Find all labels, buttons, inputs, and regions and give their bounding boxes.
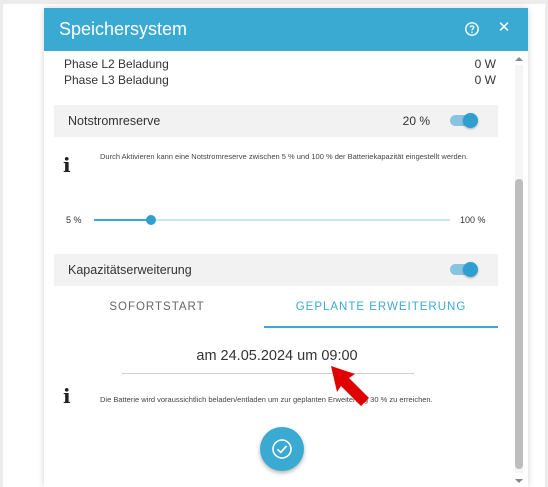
tab-geplante-erweiterung[interactable]: GEPLANTE ERWEITERUNG [264, 301, 498, 313]
tab-sofortstart[interactable]: SOFORTSTART [54, 301, 260, 313]
notstrom-value: 20 % [402, 114, 430, 128]
scroll-down-icon[interactable] [510, 475, 528, 487]
kapazitaet-label: Kapazitätserweiterung [68, 263, 192, 277]
frame-border-top [0, 0, 548, 4]
dialog-scrollbar[interactable] [510, 51, 528, 487]
slider-min-label: 5 % [66, 215, 82, 225]
check-circle-icon [272, 439, 292, 459]
slider-max-label: 100 % [460, 215, 486, 225]
phase-l3-value: 0 W [474, 73, 496, 87]
close-icon[interactable]: ✕ [497, 19, 511, 37]
dialog-content: Phase L2 Beladung 0 W Phase L3 Beladung … [44, 51, 510, 487]
screenshot-frame: Speichersystem ✕ Phase L2 Beladung 0 W P… [0, 0, 548, 487]
active-tab-indicator [264, 326, 498, 328]
slider-fill [94, 219, 151, 221]
notstrom-toggle-knob [463, 113, 478, 128]
frame-border-left [0, 0, 3, 487]
dialog-titlebar: Speichersystem ✕ [44, 8, 528, 51]
info-icon: i [63, 153, 71, 177]
speichersystem-dialog: Speichersystem ✕ Phase L2 Beladung 0 W P… [44, 8, 528, 487]
notstrom-row: Notstromreserve 20 % [54, 105, 498, 137]
help-circle-icon[interactable] [464, 21, 480, 37]
scroll-up-icon[interactable] [510, 53, 528, 65]
schedule-date[interactable]: am 24.05.2024 um 09:00 [122, 348, 432, 364]
phase-l3-label: Phase L3 Beladung [64, 73, 169, 87]
kapazitaet-toggle[interactable] [448, 262, 480, 278]
slider-knob[interactable] [146, 215, 156, 225]
schedule-info-text: Die Batterie wird voraussichtlich belade… [100, 395, 433, 404]
phase-l2-value: 0 W [474, 57, 496, 71]
phase-l2-label: Phase L2 Beladung [64, 57, 169, 71]
kapazitaet-toggle-knob [463, 262, 478, 277]
notstrom-slider[interactable] [94, 213, 450, 227]
notstrom-label: Notstromreserve [68, 114, 161, 128]
scroll-thumb[interactable] [515, 179, 523, 469]
confirm-button[interactable] [260, 427, 304, 471]
kapazitaet-row: Kapazitätserweiterung [54, 254, 498, 286]
notstrom-info-text: Durch Aktivieren kann eine Notstromreser… [100, 152, 469, 161]
dialog-title: Speichersystem [59, 19, 188, 39]
info-icon: i [63, 384, 71, 408]
annotation-arrow-icon [331, 366, 369, 406]
notstrom-toggle[interactable] [448, 113, 480, 129]
